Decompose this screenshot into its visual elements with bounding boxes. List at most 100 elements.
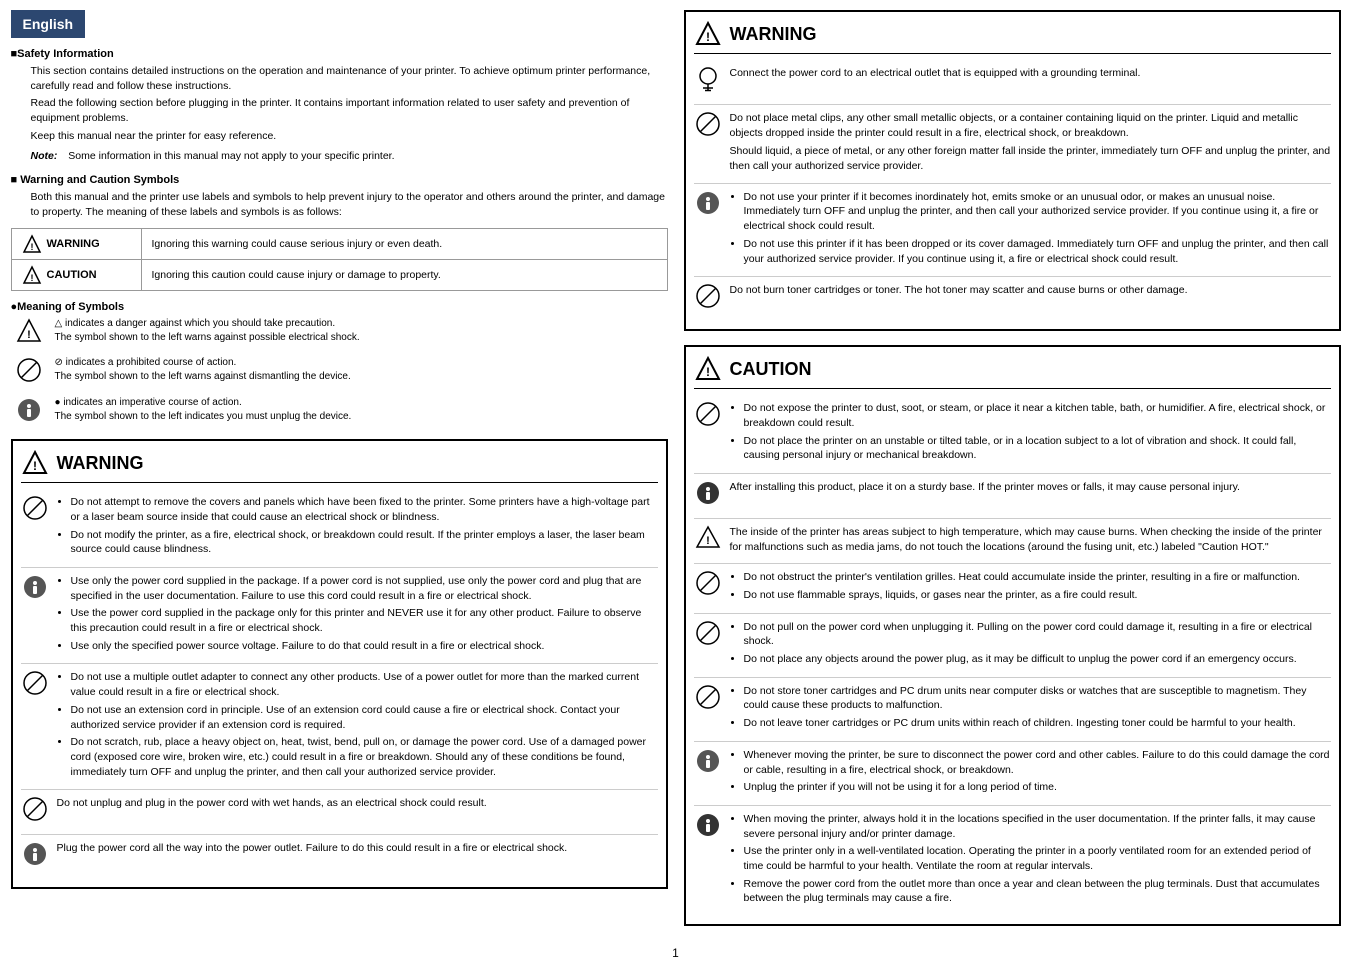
warning-item-1-2: Do not modify the printer, as a fire, el… [71,528,658,557]
left-warning-box: ! WARNING Do not attempt to remove the c… [11,439,668,889]
warning-row-4: Do not unplug and plug in the power cord… [21,790,658,835]
warning-prohibited-icon-3 [21,670,49,702]
meaning-prohibited-line1: ⊘ indicates a prohibited course of actio… [55,356,668,370]
meaning-title: ●Meaning of Symbols [11,301,668,313]
svg-text:!: ! [27,329,31,341]
rwarning-row-3: Do not use your printer if it becomes in… [694,184,1331,277]
caution-text-3: The inside of the printer has areas subj… [730,525,1331,554]
warning-imperative-icon-2 [21,574,49,606]
caution-item-7-2: Unplug the printer if you will not be us… [744,780,1331,795]
rwarning-row-4: Do not burn toner cartridges or toner. T… [694,277,1331,321]
caution-item-6-1: Do not store toner cartridges and PC dru… [744,684,1331,713]
right-warning-box: ! WARNING Connect the power cord to an e… [684,10,1341,331]
language-header: English [11,10,86,38]
warning-row-5: Plug the power cord all the way into the… [21,835,658,879]
wcs-title: ■ Warning and Caution Symbols [11,174,668,186]
caution-prohibited-icon-1 [694,401,722,433]
svg-text:!: ! [30,273,33,283]
note-line: Note: Some information in this manual ma… [11,149,668,164]
meaning-imperative-icon [11,396,47,430]
warning-content-1: Do not attempt to remove the covers and … [57,495,658,561]
caution-content-3: The inside of the printer has areas subj… [730,525,1331,557]
warning-item-3-2: Do not use an extension cord in principl… [71,703,658,732]
caution-title: ! CAUTION [694,355,1331,389]
caution-label: CAUTION [47,269,97,281]
caution-desc: Ignoring this caution could cause injury… [141,259,667,290]
caution-content-6: Do not store toner cartridges and PC dru… [730,684,1331,735]
rwarning-text-2-2: Should liquid, a piece of metal, or any … [730,144,1331,173]
right-warning-label: WARNING [730,24,817,45]
safety-para-1: This section contains detailed instructi… [11,64,668,93]
caution-row-3: ! The inside of the printer has areas su… [694,519,1331,564]
caution-symbol-row: ! CAUTION Ignoring this caution could ca… [11,259,667,290]
caution-row-5: Do not pull on the power cord when unplu… [694,614,1331,678]
caution-row-1: Do not expose the printer to dust, soot,… [694,395,1331,474]
caution-prohibited-icon-5 [694,620,722,652]
caution-row-8: When moving the printer, always hold it … [694,806,1331,916]
right-column: ! WARNING Connect the power cord to an e… [684,10,1341,936]
rwarning-prohibited-icon-2 [694,111,722,143]
caution-content-1: Do not expose the printer to dust, soot,… [730,401,1331,467]
rwarning-row-1: Connect the power cord to an electrical … [694,60,1331,105]
caution-triangle-icon: ! [22,265,42,285]
warning-caution-symbols-section: ■ Warning and Caution Symbols Both this … [11,174,668,290]
rwarning-imperative-icon-3 [694,190,722,222]
svg-text:!: ! [33,459,37,473]
symbols-table: ! WARNING Ignoring this warning could ca… [11,228,668,291]
rwarning-item-3-2: Do not use this printer if it has been d… [744,237,1331,266]
caution-item-4-1: Do not obstruct the printer's ventilatio… [744,570,1331,585]
rwarning-content-2: Do not place metal clips, any other smal… [730,111,1331,177]
caution-imperative-icon-8 [694,812,722,844]
warning-text-4: Do not unplug and plug in the power cord… [57,796,658,811]
caution-content-8: When moving the printer, always hold it … [730,812,1331,910]
language-label: English [23,16,74,32]
caution-content-7: Whenever moving the printer, be sure to … [730,748,1331,799]
caution-row-4: Do not obstruct the printer's ventilatio… [694,564,1331,613]
rwarning-text-4: Do not burn toner cartridges or toner. T… [730,283,1331,298]
svg-text:!: ! [30,242,33,252]
rwarning-content-4: Do not burn toner cartridges or toner. T… [730,283,1331,301]
meaning-imperative-line2: The symbol shown to the left indicates y… [55,410,668,424]
left-warning-title-icon: ! [21,449,49,477]
caution-content-2: After installing this product, place it … [730,480,1331,498]
caution-box: ! CAUTION Do not expose the printer to d… [684,345,1341,926]
meaning-section: ●Meaning of Symbols ! △ indicates a dang… [11,301,668,430]
caution-symbol-cell: ! CAUTION [11,259,141,290]
safety-para-2: Read the following section before pluggi… [11,96,668,125]
warning-content-2: Use only the power cord supplied in the … [57,574,658,657]
svg-text:!: ! [706,535,710,547]
warning-row-2: Use only the power cord supplied in the … [21,568,658,664]
warning-content-5: Plug the power cord all the way into the… [57,841,658,859]
page-container: English ■Safety Information This section… [11,10,1341,936]
caution-item-4-2: Do not use flammable sprays, liquids, or… [744,588,1331,603]
caution-content-5: Do not pull on the power cord when unplu… [730,620,1331,671]
warning-imperative-icon-5 [21,841,49,873]
warning-label: WARNING [47,238,100,250]
caution-prohibited-icon-4 [694,570,722,602]
svg-text:!: ! [706,30,710,44]
caution-row-2: After installing this product, place it … [694,474,1331,519]
meaning-imperative-line1: ● indicates an imperative course of acti… [55,396,668,410]
caution-item-8-1: When moving the printer, always hold it … [744,812,1331,841]
rwarning-prohibited-icon-4 [694,283,722,315]
warning-prohibited-icon-1 [21,495,49,527]
caution-row-6: Do not store toner cartridges and PC dru… [694,678,1331,742]
caution-item-8-2: Use the printer only in a well-ventilate… [744,844,1331,873]
safety-section: ■Safety Information This section contain… [11,48,668,164]
caution-item-5-2: Do not place any objects around the powe… [744,652,1331,667]
caution-item-6-2: Do not leave toner cartridges or PC drum… [744,716,1331,731]
safety-title: ■Safety Information [11,48,668,60]
rwarning-content-3: Do not use your printer if it becomes in… [730,190,1331,270]
rwarning-text-2-1: Do not place metal clips, any other smal… [730,111,1331,140]
caution-prohibited-icon-6 [694,684,722,716]
warning-row-1: Do not attempt to remove the covers and … [21,489,658,568]
caution-item-7-1: Whenever moving the printer, be sure to … [744,748,1331,777]
rwarning-row-2: Do not place metal clips, any other smal… [694,105,1331,184]
rwarning-text-1: Connect the power cord to an electrical … [730,66,1331,81]
page-number: 1 [10,946,1341,960]
warning-item-2-3: Use only the specified power source volt… [71,639,658,654]
safety-para-3: Keep this manual near the printer for ea… [11,129,668,144]
caution-content-4: Do not obstruct the printer's ventilatio… [730,570,1331,606]
meaning-triangle-icon: ! [11,317,47,351]
warning-item-1-1: Do not attempt to remove the covers and … [71,495,658,524]
